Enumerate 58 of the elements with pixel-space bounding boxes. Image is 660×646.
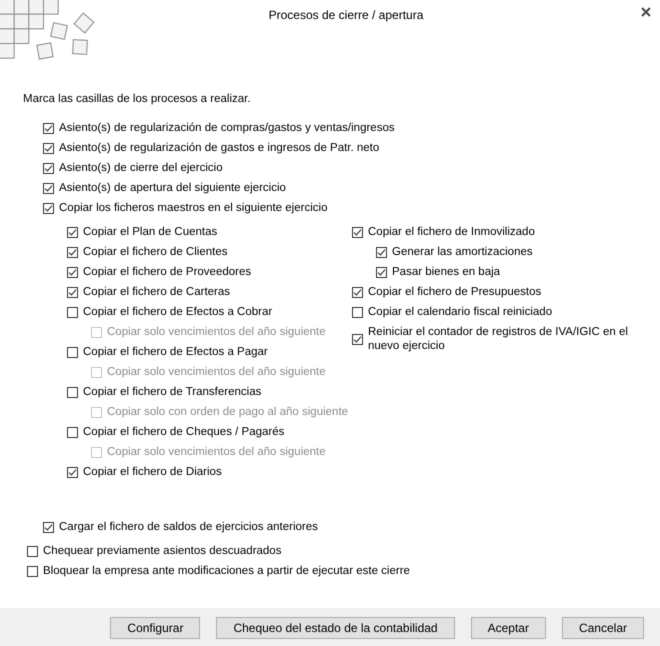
checkbox-label: Copiar el fichero de Proveedores [83,265,252,280]
checkbox[interactable] [43,142,54,154]
checkbox[interactable] [67,226,78,238]
checkbox-label: Copiar los ficheros maestros en el siguiente ejercicio [59,201,328,216]
instructions-text: Marca las casillas de los procesos a realizar. [23,92,251,108]
checkbox[interactable] [67,386,78,398]
checkbox-label: Chequear previamente asientos descuadrados [43,544,282,559]
checkbox-label: Copiar solo vencimientos del año siguiente [107,365,326,380]
checkbox[interactable] [67,246,78,258]
checkbox[interactable] [67,286,78,298]
checkbox[interactable] [43,522,54,532]
checkbox[interactable] [352,306,363,318]
checkbox-label: Cargar el fichero de saldos de ejercicios anteriores [59,520,318,535]
checkbox-label: Copiar el fichero de Transferencias [83,385,262,400]
checkbox[interactable] [352,286,363,298]
checkbox[interactable] [27,566,38,576]
checkbox-label: Copiar el fichero de Carteras [83,285,230,300]
checkbox-label: Pasar bienes en baja [392,265,500,280]
checkbox-label: Copiar el fichero de Diarios [83,465,222,480]
checkbox-label: Reiniciar el contador de registros de IVA/IGIC en el nuevo ejercicio [368,325,629,354]
checkbox-label: Generar las amortizaciones [392,245,533,260]
dialog-button[interactable]: Configurar [110,617,200,639]
checkbox-label: Copiar el fichero de Efectos a Pagar [83,345,268,360]
checkbox-label: Copiar solo vencimientos del año siguiente [107,445,326,460]
checkbox[interactable] [376,266,387,278]
checkbox[interactable] [352,334,363,344]
checkbox-label: Copiar el fichero de Presupuestos [368,285,542,300]
checkbox[interactable] [43,182,54,194]
checkbox[interactable] [43,122,54,134]
checkbox-label: Asiento(s) de regularización de compras/gastos y ventas/ingresos [59,121,395,136]
close-icon [641,7,651,17]
checkbox-label: Copiar el calendario fiscal reiniciado [368,305,552,320]
checkbox-label: Copiar solo con orden de pago al año siguiente [107,405,348,420]
checkbox-label: Copiar el fichero de Inmovilizado [368,225,535,240]
checkbox-label: Copiar el Plan de Cuentas [83,225,218,240]
checkbox-label: Copiar solo vencimientos del año siguiente [107,325,326,340]
close-button[interactable] [640,6,652,18]
dialog-button[interactable]: Cancelar [562,617,644,639]
checkbox-label: Asiento(s) de apertura del siguiente ejercicio [59,181,286,196]
checkbox-label: Bloquear la empresa ante modificaciones a partir de ejecutar este cierre [43,564,410,579]
window-title: Procesos de cierre / apertura [268,8,424,22]
checkbox[interactable] [43,202,54,214]
checkbox[interactable] [67,426,78,438]
checkbox[interactable] [67,346,78,358]
dialog-button[interactable]: Aceptar [470,617,546,639]
dialog-button[interactable]: Chequeo del estado de la contabilidad [216,617,455,639]
checkbox[interactable] [376,246,387,258]
checkbox-label: Asiento(s) de cierre del ejercicio [59,161,223,176]
checkbox[interactable] [27,546,38,556]
checkbox[interactable] [352,226,363,238]
checkbox[interactable] [43,162,54,174]
checkbox[interactable] [67,266,78,278]
checkbox-label: Asiento(s) de regularización de gastos e ingresos de Patr. neto [59,141,380,156]
checkbox-label: Copiar el fichero de Cheques / Pagarés [83,425,284,440]
checkbox[interactable] [67,466,78,478]
checkbox[interactable] [67,306,78,318]
checkbox-label: Copiar el fichero de Clientes [83,245,228,260]
checkbox-label: Copiar el fichero de Efectos a Cobrar [83,305,272,320]
